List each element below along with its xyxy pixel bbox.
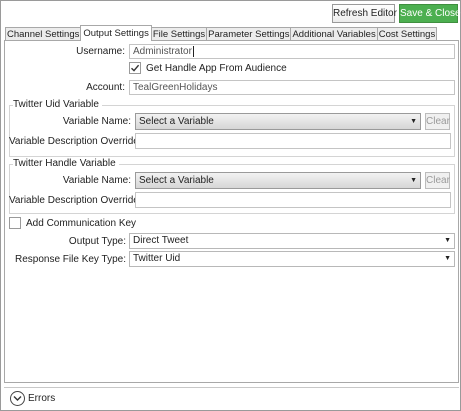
tab-additional-variables[interactable]: Additional Variables bbox=[290, 27, 378, 41]
tab-cost-settings[interactable]: Cost Settings bbox=[376, 27, 438, 41]
checkmark-icon bbox=[131, 64, 140, 72]
tab-strip: Channel Settings Output Settings File Se… bbox=[5, 25, 438, 41]
errors-footer: Errors bbox=[4, 387, 459, 409]
handle-desc-field[interactable] bbox=[135, 192, 451, 208]
uid-desc-label: Variable Description Override: bbox=[9, 136, 142, 147]
uid-variable-select[interactable]: Select a Variable ▼ bbox=[135, 113, 421, 130]
editor-window: Refresh Editor Save & Close Channel Sett… bbox=[0, 0, 461, 411]
response-key-type-value: Twitter Uid bbox=[133, 253, 181, 264]
tab-channel-settings[interactable]: Channel Settings bbox=[5, 27, 82, 41]
expand-errors-icon[interactable] bbox=[10, 391, 25, 406]
output-type-value: Direct Tweet bbox=[133, 235, 189, 246]
handle-desc-label: Variable Description Override: bbox=[9, 195, 142, 206]
add-communication-key-checkbox[interactable] bbox=[9, 217, 21, 229]
text-cursor bbox=[192, 45, 194, 57]
uid-variable-name-label: Variable Name: bbox=[62, 116, 131, 127]
triangle-down-icon: ▼ bbox=[444, 255, 451, 262]
handle-variable-value: Select a Variable bbox=[139, 175, 214, 186]
account-label: Account: bbox=[86, 82, 125, 93]
errors-label[interactable]: Errors bbox=[28, 393, 55, 404]
username-label: Username: bbox=[76, 46, 125, 57]
triangle-down-icon: ▼ bbox=[410, 177, 417, 184]
output-type-label: Output Type: bbox=[68, 236, 126, 247]
tab-output-settings[interactable]: Output Settings bbox=[80, 25, 152, 41]
username-field[interactable]: Administrator bbox=[129, 44, 455, 59]
uid-desc-field[interactable] bbox=[135, 133, 451, 149]
account-field[interactable]: TealGreenHolidays bbox=[129, 80, 455, 95]
tab-parameter-settings[interactable]: Parameter Settings bbox=[206, 27, 292, 41]
handle-clear-button[interactable]: Clear bbox=[425, 172, 450, 189]
handle-variable-name-label: Variable Name: bbox=[62, 175, 131, 186]
get-handle-checkbox[interactable] bbox=[129, 62, 141, 74]
handle-group-title: Twitter Handle Variable bbox=[13, 158, 119, 169]
add-communication-key-label: Add Communication Key bbox=[26, 218, 137, 229]
handle-variable-select[interactable]: Select a Variable ▼ bbox=[135, 172, 421, 189]
output-settings-panel: Username: Administrator Get Handle App F… bbox=[4, 40, 459, 383]
uid-group-title: Twitter Uid Variable bbox=[13, 99, 102, 110]
username-value: Administrator bbox=[133, 46, 192, 57]
response-key-type-label: Response File Key Type: bbox=[15, 254, 126, 265]
triangle-down-icon: ▼ bbox=[444, 237, 451, 244]
chevron-down-icon bbox=[13, 396, 22, 401]
tab-file-settings[interactable]: File Settings bbox=[150, 27, 208, 41]
output-type-select[interactable]: Direct Tweet ▼ bbox=[129, 233, 455, 249]
triangle-down-icon: ▼ bbox=[410, 118, 417, 125]
get-handle-label: Get Handle App From Audience bbox=[146, 63, 287, 74]
save-and-close-button[interactable]: Save & Close bbox=[399, 4, 461, 23]
response-key-type-select[interactable]: Twitter Uid ▼ bbox=[129, 251, 455, 267]
uid-variable-value: Select a Variable bbox=[139, 116, 214, 127]
refresh-editor-button[interactable]: Refresh Editor bbox=[332, 4, 397, 23]
uid-clear-button[interactable]: Clear bbox=[425, 113, 450, 130]
